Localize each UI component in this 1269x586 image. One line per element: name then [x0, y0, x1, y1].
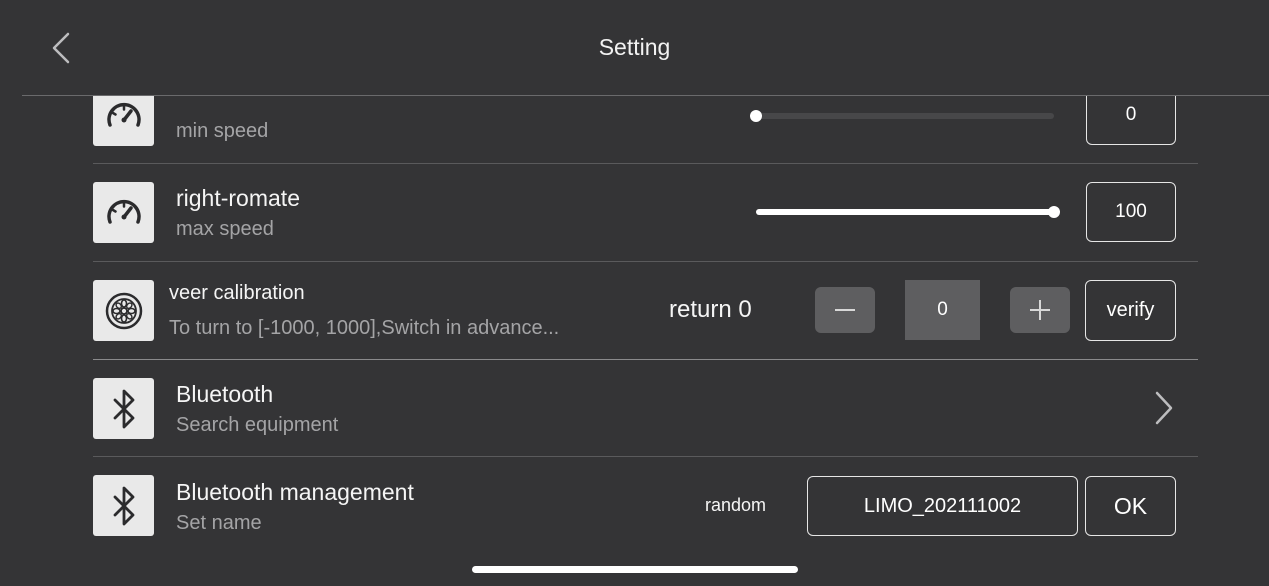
device-name-input[interactable]: LIMO_202111002 — [807, 476, 1078, 536]
bluetooth-row[interactable]: Bluetooth Search equipment — [93, 360, 1198, 456]
max-speed-slider[interactable] — [756, 206, 1060, 218]
bluetooth-label: Bluetooth — [176, 381, 274, 407]
bluetooth-icon — [113, 486, 134, 525]
wheel-tile — [93, 280, 154, 341]
chevron-right-icon — [1155, 391, 1173, 425]
return-zero-button[interactable]: return 0 — [669, 296, 752, 324]
wheel-icon — [105, 292, 142, 329]
right-romate-sublabel: max speed — [176, 218, 274, 240]
decrement-button[interactable] — [815, 287, 875, 333]
settings-list[interactable]: min speed 0 right-romate max speed 100 v… — [0, 96, 1269, 556]
veer-calibration-row: veer calibration To turn to [-1000, 1000… — [93, 262, 1198, 359]
veer-calibration-sublabel: To turn to [-1000, 1000],Switch in advan… — [169, 317, 560, 339]
speedometer-tile — [93, 182, 154, 243]
bluetooth-sublabel: Search equipment — [176, 414, 339, 436]
minus-icon — [835, 309, 855, 311]
right-romate-label: right-romate — [176, 185, 300, 211]
min-speed-slider[interactable] — [750, 110, 1054, 122]
verify-button[interactable]: verify — [1085, 280, 1176, 341]
bluetooth-management-row: Bluetooth management Set name random LIM… — [93, 457, 1198, 556]
bluetooth-icon — [113, 389, 134, 428]
min-speed-sublabel: min speed — [176, 120, 269, 142]
bluetooth-management-label: Bluetooth management — [176, 479, 414, 505]
max-speed-value-box[interactable]: 100 — [1086, 182, 1176, 242]
nav-header: Setting — [0, 0, 1269, 96]
bluetooth-management-sublabel: Set name — [176, 512, 262, 534]
calibration-value[interactable]: 0 — [905, 280, 980, 340]
min-speed-slider-thumb[interactable] — [750, 110, 762, 122]
veer-calibration-label: veer calibration — [169, 282, 305, 304]
plus-icon — [1030, 300, 1050, 320]
right-romate-row: right-romate max speed 100 — [93, 164, 1198, 261]
speedometer-icon — [106, 199, 141, 224]
page-title: Setting — [598, 34, 671, 60]
min-speed-value-box[interactable]: 0 — [1086, 96, 1176, 145]
speedometer-icon — [106, 102, 141, 127]
max-speed-slider-fill — [756, 209, 1054, 215]
ok-button[interactable]: OK — [1085, 476, 1176, 536]
increment-button[interactable] — [1010, 287, 1070, 333]
random-name-button[interactable]: random — [705, 495, 766, 516]
max-speed-slider-thumb[interactable] — [1048, 206, 1060, 218]
home-indicator[interactable] — [472, 566, 798, 573]
bluetooth-tile — [93, 475, 154, 536]
bluetooth-chevron-button[interactable] — [1148, 388, 1178, 428]
speedometer-tile — [93, 96, 154, 146]
min-speed-row: min speed 0 — [93, 96, 1198, 164]
bluetooth-tile — [93, 378, 154, 439]
